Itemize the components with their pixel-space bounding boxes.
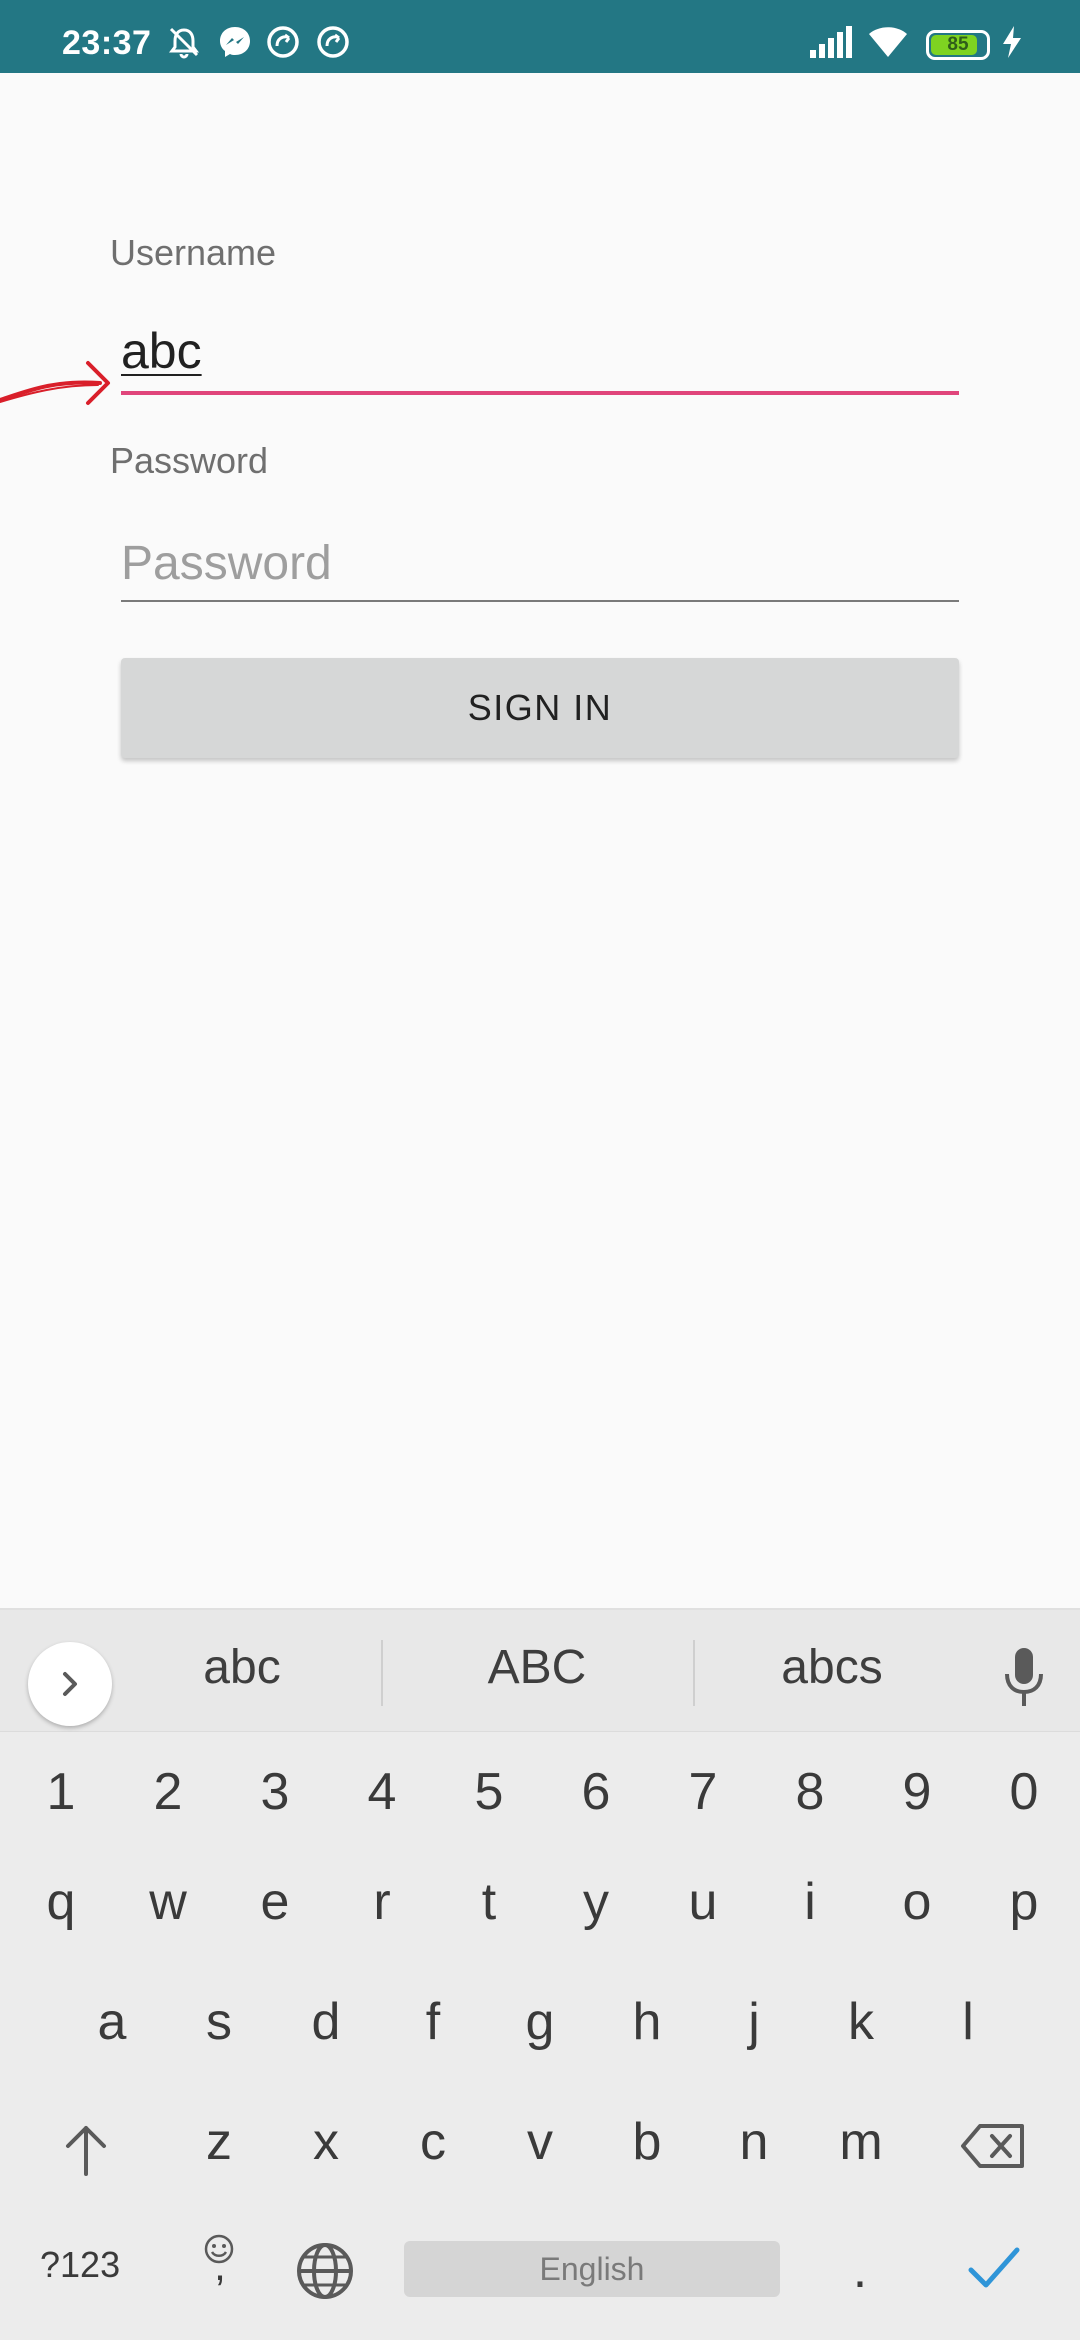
letter-key[interactable]: m (811, 2112, 911, 2172)
password-underline (121, 600, 959, 602)
signal-icon (810, 26, 852, 58)
sync-icon (317, 26, 349, 58)
letter-key[interactable]: x (276, 2112, 376, 2172)
status-time: 23:37 (62, 24, 152, 62)
space-bar[interactable]: English (404, 2241, 780, 2297)
shift-icon[interactable] (60, 2122, 112, 2178)
number-key[interactable]: 5 (439, 1762, 539, 1822)
letter-key[interactable]: i (760, 1872, 860, 1932)
microphone-icon[interactable] (1000, 1646, 1048, 1710)
letter-key[interactable]: g (490, 1992, 590, 2052)
password-label: Password (110, 440, 269, 481)
suggestion-2[interactable]: ABC (387, 1640, 687, 1695)
chevron-right-icon (63, 1672, 77, 1696)
charging-icon (1003, 26, 1021, 58)
number-key[interactable]: 6 (546, 1762, 646, 1822)
letter-key[interactable]: h (597, 1992, 697, 2052)
letter-key[interactable]: b (597, 2112, 697, 2172)
letter-key[interactable]: o (867, 1872, 967, 1932)
number-key[interactable]: 7 (653, 1762, 753, 1822)
login-screen: { "status_bar": { "time": "23:37", "batt… (0, 0, 1080, 2340)
globe-icon[interactable] (294, 2240, 356, 2302)
letter-key[interactable]: u (653, 1872, 753, 1932)
backspace-icon[interactable] (960, 2122, 1026, 2170)
letter-key[interactable]: k (811, 1992, 911, 2052)
checkmark-icon[interactable] (966, 2244, 1022, 2292)
soft-keyboard: abc ABC abcs 1234567890 qwertyuiop asdfg… (0, 1608, 1080, 2340)
letter-key[interactable]: d (276, 1992, 376, 2052)
letter-key[interactable]: p (974, 1872, 1074, 1932)
wifi-icon (869, 27, 907, 57)
suggestion-1[interactable]: abc (92, 1640, 392, 1695)
number-key[interactable]: 3 (225, 1762, 325, 1822)
battery-level: 85 (947, 34, 969, 55)
battery-icon: 85 (926, 30, 990, 60)
suggestion-3[interactable]: abcs (682, 1640, 982, 1695)
comma-key[interactable]: , (170, 2242, 270, 2290)
number-key[interactable]: 2 (118, 1762, 218, 1822)
letter-key[interactable]: v (490, 2112, 590, 2172)
alarm-off-icon (169, 27, 199, 59)
letter-key[interactable]: f (383, 1992, 483, 2052)
letter-key[interactable]: w (118, 1872, 218, 1932)
letter-key[interactable]: c (383, 2112, 483, 2172)
letter-key[interactable]: z (169, 2112, 269, 2172)
number-key[interactable]: 0 (974, 1762, 1074, 1822)
letter-key[interactable]: r (332, 1872, 432, 1932)
number-key[interactable]: 1 (11, 1762, 111, 1822)
status-bar: 23:37 85 (0, 0, 1080, 73)
sign-in-button[interactable]: SIGN IN (121, 658, 959, 758)
letter-key[interactable]: t (439, 1872, 539, 1932)
symbols-key[interactable]: ?123 (40, 2244, 120, 2286)
suggestion-bar: abc ABC abcs (0, 1610, 1080, 1732)
letter-key[interactable]: e (225, 1872, 325, 1932)
annotation-arrow-icon (0, 361, 110, 405)
username-label: Username (110, 232, 277, 273)
letter-key[interactable]: q (11, 1872, 111, 1932)
username-underline (121, 391, 959, 395)
number-key[interactable]: 9 (867, 1762, 967, 1822)
letter-key[interactable]: l (918, 1992, 1018, 2052)
sync-icon (267, 26, 299, 58)
password-input[interactable] (121, 524, 959, 602)
suggestion-divider (381, 1640, 383, 1706)
letter-key[interactable]: n (704, 2112, 804, 2172)
letter-key[interactable]: j (704, 1992, 804, 2052)
letter-key[interactable]: a (62, 1992, 162, 2052)
number-key[interactable]: 8 (760, 1762, 860, 1822)
period-key[interactable]: . (810, 2240, 910, 2300)
letter-key[interactable]: s (169, 1992, 269, 2052)
number-key[interactable]: 4 (332, 1762, 432, 1822)
username-input[interactable]: abc (121, 322, 202, 380)
letter-key[interactable]: y (546, 1872, 646, 1932)
messenger-icon (220, 27, 250, 57)
